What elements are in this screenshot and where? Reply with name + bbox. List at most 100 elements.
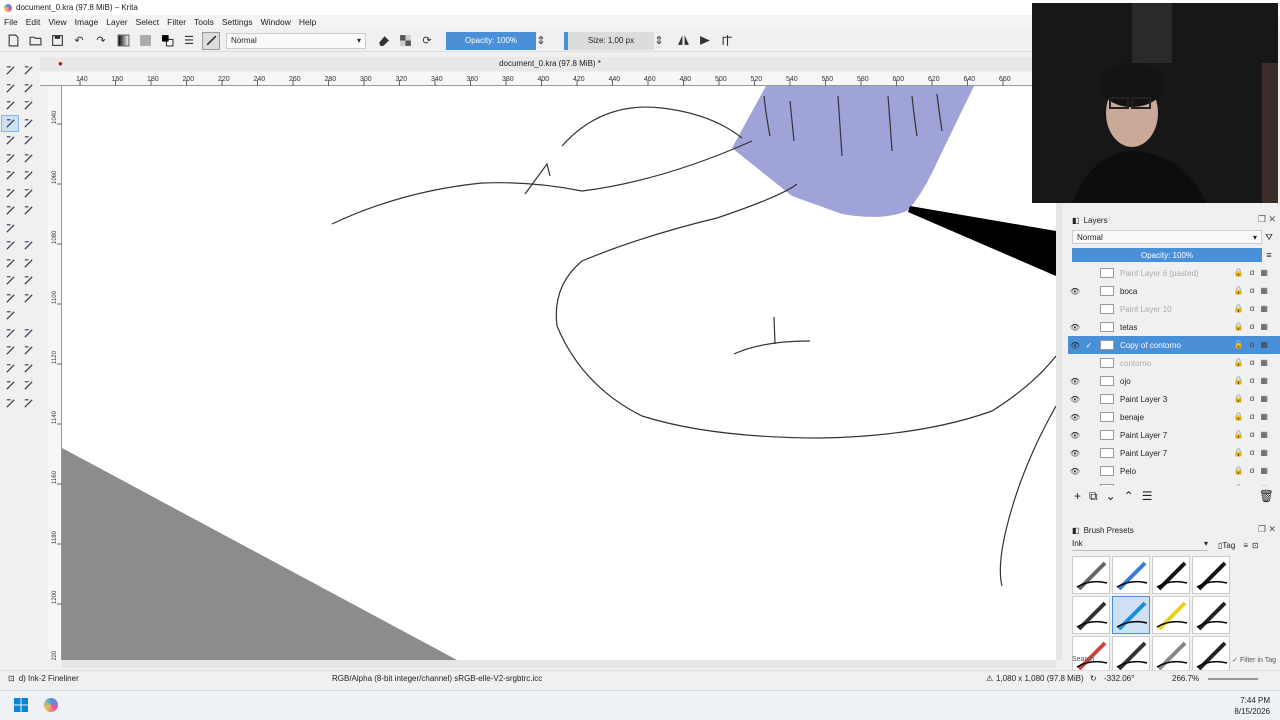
undo-icon[interactable]: ↶ [70, 32, 88, 50]
layer-lock-alpha-icons[interactable]: 🔒α▦ [1234, 448, 1274, 457]
visibility-eye-icon[interactable]: 👁 [1068, 395, 1082, 404]
magnetic-select-tool-icon[interactable] [19, 377, 37, 395]
freehand-path-tool-icon[interactable] [19, 167, 37, 185]
duplicate-layer-icon[interactable]: ⧉ [1089, 489, 1098, 504]
menu-view[interactable]: View [44, 17, 70, 27]
float-panel-icon[interactable]: ❐ [1258, 214, 1266, 224]
visibility-eye-icon[interactable]: 👁 [1068, 485, 1082, 487]
layer-lock-alpha-icons[interactable]: 🔒α▦ [1234, 394, 1274, 403]
rect-select-tool-icon[interactable] [1, 325, 19, 343]
rectangle-tool-icon[interactable] [1, 132, 19, 150]
visibility-eye-icon[interactable]: 👁 [1068, 377, 1082, 386]
add-layer-icon[interactable]: + [1074, 489, 1081, 503]
size-spin-icon[interactable]: ⇕ [654, 32, 664, 50]
pattern-swatch-icon[interactable] [136, 32, 154, 50]
layer-row[interactable]: 👁 benaje 🔒α▦ [1068, 408, 1280, 426]
menu-select[interactable]: Select [132, 17, 164, 27]
layer-lock-alpha-icons[interactable]: 🔒α▦ [1234, 430, 1274, 439]
brush-preset-thumbnail[interactable] [1072, 596, 1110, 634]
calligraphy-tool-icon[interactable] [19, 80, 37, 98]
krita-taskbar-icon[interactable] [44, 698, 58, 712]
layer-lock-alpha-icons[interactable]: 🔒α▦ [1234, 340, 1274, 349]
fg-bg-color-icon[interactable] [158, 32, 176, 50]
menu-file[interactable]: File [0, 17, 22, 27]
pan-tool-icon[interactable] [19, 395, 37, 413]
add-preset-icon[interactable]: ⊡ [1252, 541, 1259, 550]
status-zoom[interactable]: 266.7% [1172, 674, 1199, 683]
colorize-mask-tool-icon[interactable] [1, 255, 19, 273]
contiguous-select-tool-icon[interactable] [1, 360, 19, 378]
layer-lock-alpha-icons[interactable]: 🔒α▦ [1234, 268, 1274, 277]
menu-image[interactable]: Image [71, 17, 103, 27]
ellipse-tool-icon[interactable] [19, 132, 37, 150]
menu-filter[interactable]: Filter [163, 17, 190, 27]
layer-lock-alpha-icons[interactable]: 🔒α▦ [1234, 466, 1274, 475]
menu-layer[interactable]: Layer [102, 17, 131, 27]
visibility-eye-icon[interactable]: 👁 [1068, 341, 1082, 350]
polygon-tool-icon[interactable] [1, 150, 19, 168]
layer-row[interactable]: 👁 Pelo 🔒α▦ [1068, 462, 1280, 480]
freehand-select-tool-icon[interactable] [19, 342, 37, 360]
edit-shapes-tool-icon[interactable] [1, 80, 19, 98]
preserve-alpha-icon[interactable] [396, 32, 414, 50]
layer-row[interactable]: contorno 🔒α▦ [1068, 354, 1280, 372]
crop-tool-icon[interactable] [1, 220, 19, 238]
close-panel-icon[interactable]: ✕ [1268, 524, 1276, 534]
visibility-eye-icon[interactable]: 👁 [1068, 467, 1082, 476]
polyline-tool-icon[interactable] [19, 150, 37, 168]
brush-search-input[interactable]: Search [1072, 656, 1094, 664]
layer-lock-alpha-icons[interactable]: 🔒α▦ [1234, 358, 1274, 367]
transform-tool-icon[interactable] [1, 202, 19, 220]
menu-help[interactable]: Help [295, 17, 320, 27]
layer-row[interactable]: 👁 ojo 🔒α▦ [1068, 372, 1280, 390]
enclosed-fill-tool-icon[interactable] [19, 272, 37, 290]
brush-preset-thumbnail[interactable] [1192, 636, 1230, 674]
brush-preset-thumbnail[interactable] [1152, 636, 1190, 674]
bezier-select-tool-icon[interactable] [1, 377, 19, 395]
brush-preset-thumbnail[interactable] [1072, 636, 1110, 674]
mirror-horizontal-icon[interactable] [674, 32, 692, 50]
close-panel-icon[interactable]: ✕ [1268, 214, 1276, 224]
mirror-vertical-icon[interactable] [696, 32, 714, 50]
horizontal-scrollbar[interactable] [62, 660, 1056, 668]
dynamic-brush-tool-icon[interactable] [1, 185, 19, 203]
polygon-select-tool-icon[interactable] [1, 342, 19, 360]
layer-blend-mode-select[interactable]: Normal ▾ [1072, 230, 1262, 244]
layer-options-icon[interactable]: ≡ [1262, 250, 1276, 260]
ruler-tool-icon[interactable] [19, 97, 37, 115]
smart-patch-tool-icon[interactable] [19, 255, 37, 273]
menu-settings[interactable]: Settings [218, 17, 257, 27]
layer-row[interactable]: 👁 Paint Layer 3 🔒α▦ [1068, 390, 1280, 408]
blend-mode-select[interactable]: Normal ▾ [226, 32, 366, 49]
visibility-eye-icon[interactable]: 👁 [1068, 323, 1082, 332]
move-tool-icon[interactable] [19, 202, 37, 220]
layer-lock-alpha-icons[interactable]: 🔒α▦ [1234, 412, 1274, 421]
brush-preset-thumbnail[interactable] [1112, 596, 1150, 634]
bezier-tool-icon[interactable] [1, 167, 19, 185]
layer-lock-alpha-icons[interactable]: 🔒α▦ [1234, 484, 1274, 486]
opacity-slider[interactable]: Opacity: 100% [446, 31, 536, 50]
freehand-brush-tool-icon[interactable] [1, 114, 19, 132]
wrap-around-icon[interactable] [718, 32, 736, 50]
move-layer-down-icon[interactable]: ⌄ [1106, 489, 1116, 503]
status-brush-name[interactable]: d) Ink-2 Fineliner [19, 674, 79, 683]
layer-row[interactable]: 👁 ✓ Copy of contorno 🔒α▦ [1068, 336, 1280, 354]
layer-opacity-slider[interactable]: Opacity: 100% [1072, 248, 1262, 262]
visibility-eye-icon[interactable]: 👁 [1068, 431, 1082, 440]
layer-row[interactable]: Paint Layer 10 🔒α▦ [1068, 300, 1280, 318]
text-tool-icon[interactable] [19, 62, 37, 80]
tag-button-label[interactable]: Tag [1222, 541, 1235, 550]
eraser-mode-icon[interactable] [374, 32, 392, 50]
color-picker-tool-icon[interactable] [19, 237, 37, 255]
opacity-spin-icon[interactable]: ⇕ [536, 32, 546, 50]
menu-tools[interactable]: Tools [190, 17, 218, 27]
redo-icon[interactable]: ↷ [92, 32, 110, 50]
layer-row[interactable]: 👁 Paint Layer 7 🔒α▦ [1068, 426, 1280, 444]
brush-preset-icon[interactable] [202, 31, 220, 50]
visibility-eye-icon[interactable]: 👁 [1068, 413, 1082, 422]
view-list-icon[interactable]: ≡ [1243, 541, 1248, 550]
visibility-eye-icon[interactable]: 👁 [1068, 287, 1082, 296]
float-panel-icon[interactable]: ❐ [1258, 524, 1266, 534]
filter-in-tag-checkbox[interactable]: ✓ Filter in Tag [1232, 656, 1276, 664]
line-tool-icon[interactable] [19, 115, 37, 133]
